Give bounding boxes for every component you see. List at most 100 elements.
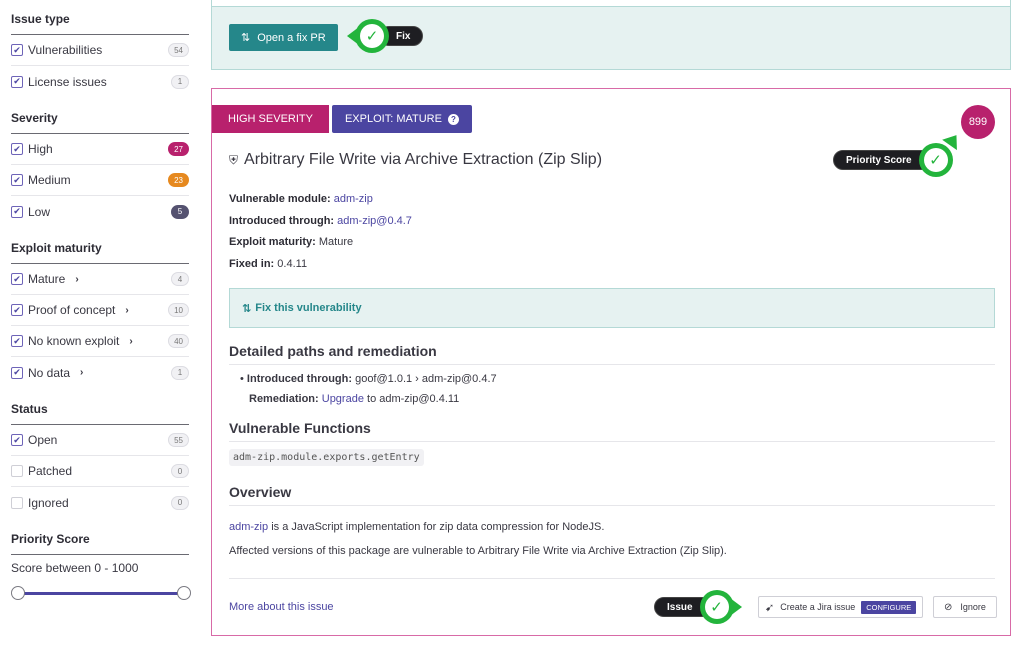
introduced-link[interactable]: adm-zip@0.4.7 [337, 215, 412, 227]
chevron-right-icon[interactable]: › [75, 274, 78, 285]
meta-exploit-maturity: Exploit maturity: Mature [229, 232, 412, 254]
filter-ignored[interactable]: ✔ Ignored 0 [11, 487, 189, 518]
checkbox-checked-icon[interactable]: ✔ [11, 174, 23, 186]
chevron-right-icon[interactable]: › [80, 367, 83, 378]
count-badge: 0 [171, 495, 189, 510]
eye-slash-icon: ⊘ [944, 601, 953, 613]
path-label: Introduced through: [246, 373, 353, 385]
more-about-issue-link[interactable]: More about this issue [229, 601, 334, 613]
count-badge: 1 [171, 365, 189, 380]
callout-label: Priority Score [833, 150, 931, 170]
group-title: Issue type [11, 12, 189, 35]
filter-medium[interactable]: ✔ Medium 23 [11, 165, 189, 196]
slider-max-handle[interactable] [177, 586, 191, 600]
package-link[interactable]: adm-zip [229, 521, 268, 533]
open-fix-pr-button[interactable]: ⇅ Open a fix PR [229, 24, 338, 51]
checkbox-checked-icon[interactable]: ✔ [11, 44, 23, 56]
filter-label: License issues [28, 74, 107, 89]
filter-label: Ignored [28, 495, 69, 510]
filter-proof-of-concept[interactable]: ✔ Proof of concept › 10 [11, 295, 189, 326]
pull-request-icon: ⇅ [241, 32, 251, 44]
checkbox-checked-icon[interactable]: ✔ [11, 205, 23, 218]
group-title: Status [11, 402, 189, 425]
group-title: Priority Score [11, 532, 189, 555]
count-badge: 40 [168, 334, 189, 348]
configure-button[interactable]: CONFIGURE [861, 600, 917, 614]
count-badge-low: 5 [171, 204, 189, 219]
filter-label: Proof of concept [28, 303, 116, 317]
filter-open[interactable]: ✔ Open 55 [11, 425, 189, 456]
paths-heading: Detailed paths and remediation [229, 343, 995, 365]
count-badge: 4 [171, 272, 189, 286]
overview-line-1: adm-zip is a JavaScript implementation f… [229, 515, 727, 539]
checkmark-circle-icon: ✓ [918, 143, 953, 177]
filter-license-issues[interactable]: ✔ License issues 1 [11, 66, 189, 97]
filter-patched[interactable]: ✔ Patched 0 [11, 456, 189, 487]
checkbox-checked-icon[interactable]: ✔ [11, 143, 23, 155]
checkbox-checked-icon[interactable]: ✔ [11, 434, 23, 446]
checkbox-checked-icon[interactable]: ✔ [11, 304, 23, 316]
meta-vulnerable-module: Vulnerable module: adm-zip [229, 189, 412, 211]
path-remediation: Remediation: Upgrade to adm-zip@0.4.11 [240, 389, 497, 409]
filter-high[interactable]: ✔ High 27 [11, 134, 189, 165]
path-value: goof@1.0.1 › adm-zip@0.4.7 [355, 373, 497, 385]
filter-label: Vulnerabilities [28, 43, 103, 57]
jira-label: Create a Jira issue [780, 602, 856, 612]
checkbox-checked-icon[interactable]: ✔ [11, 273, 23, 285]
filter-vulnerabilities[interactable]: ✔ Vulnerabilities 54 [11, 35, 189, 66]
issue-tags: HIGH SEVERITY EXPLOIT: MATURE ? [212, 105, 472, 133]
checkbox-checked-icon[interactable]: ✔ [11, 75, 23, 88]
help-icon[interactable]: ? [447, 113, 459, 125]
issue-title-text: Arbitrary File Write via Archive Extract… [244, 151, 603, 168]
filter-label: High [28, 142, 53, 156]
filter-low[interactable]: ✔ Low 5 [11, 196, 189, 227]
checkbox-unchecked-icon[interactable]: ✔ [11, 496, 23, 509]
shield-icon: ⛨ [229, 152, 239, 167]
priority-score-slider[interactable] [11, 583, 191, 603]
checkmark-circle-icon: ✓ [699, 590, 734, 624]
filter-label: Mature [28, 272, 66, 286]
ignore-label: Ignore [960, 602, 986, 612]
exploit-tag-label: EXPLOIT: MATURE [344, 113, 442, 125]
fix-this-vulnerability-button[interactable]: ⇅ Fix this vulnerability [229, 288, 995, 328]
detailed-paths: • Introduced through: goof@1.0.1 › adm-z… [240, 369, 497, 409]
exploit-tag[interactable]: EXPLOIT: MATURE ? [331, 105, 472, 133]
meta-label: Introduced through: [229, 214, 335, 227]
ignore-button[interactable]: ⊘ Ignore [933, 596, 997, 618]
panel-top-strip [212, 0, 1010, 7]
divider [229, 578, 995, 579]
filter-label: No data [28, 365, 71, 380]
group-title: Severity [11, 111, 189, 134]
meta-fixed-in: Fixed in: 0.4.11 [229, 254, 412, 276]
slider-min-handle[interactable] [11, 586, 25, 600]
filter-label: No known exploit [28, 334, 120, 348]
filter-group-exploit-maturity: Exploit maturity ✔ Mature › 4 ✔ Proof of co… [11, 241, 189, 388]
filter-group-severity: Severity ✔ High 27 ✔ Medium 23 ✔ Low 5 [11, 111, 189, 227]
filter-group-priority-score: Priority Score Score between 0 - 1000 [11, 532, 191, 603]
issue-callout: Issue ✓ [654, 590, 742, 624]
checkbox-unchecked-icon[interactable]: ✔ [11, 465, 23, 477]
filter-group-issue-type: Issue type ✔ Vulnerabilities 54 ✔ License … [11, 12, 189, 97]
group-title: Exploit maturity [11, 241, 189, 264]
fix-pr-panel: ⇅ Open a fix PR [211, 0, 1011, 70]
count-badge: 54 [168, 43, 189, 57]
chevron-right-icon[interactable]: › [129, 336, 132, 347]
filter-no-data[interactable]: ✔ No data › 1 [11, 357, 189, 388]
path-introduced: • Introduced through: goof@1.0.1 › adm-z… [240, 373, 497, 385]
filter-mature[interactable]: ✔ Mature › 4 [11, 264, 189, 295]
create-jira-issue-button[interactable]: ➹ Create a Jira issue CONFIGURE [758, 596, 924, 618]
filter-label: Medium [28, 173, 71, 187]
module-link[interactable]: adm-zip [334, 193, 373, 205]
checkbox-checked-icon[interactable]: ✔ [11, 335, 23, 347]
upgrade-link[interactable]: Upgrade [322, 393, 364, 405]
checkbox-checked-icon[interactable]: ✔ [11, 366, 23, 379]
chevron-right-icon[interactable]: › [125, 305, 128, 316]
filter-no-known-exploit[interactable]: ✔ No known exploit › 40 [11, 326, 189, 357]
priority-score-callout: Priority Score ✓ [833, 143, 953, 177]
filter-label: Open [28, 433, 58, 447]
checkmark-circle-icon: ✓ [355, 19, 389, 53]
count-badge-medium: 23 [168, 173, 189, 187]
overview-line-2: Affected versions of this package are vu… [229, 545, 727, 557]
severity-tag: HIGH SEVERITY [212, 105, 329, 133]
overview-heading: Overview [229, 484, 995, 506]
